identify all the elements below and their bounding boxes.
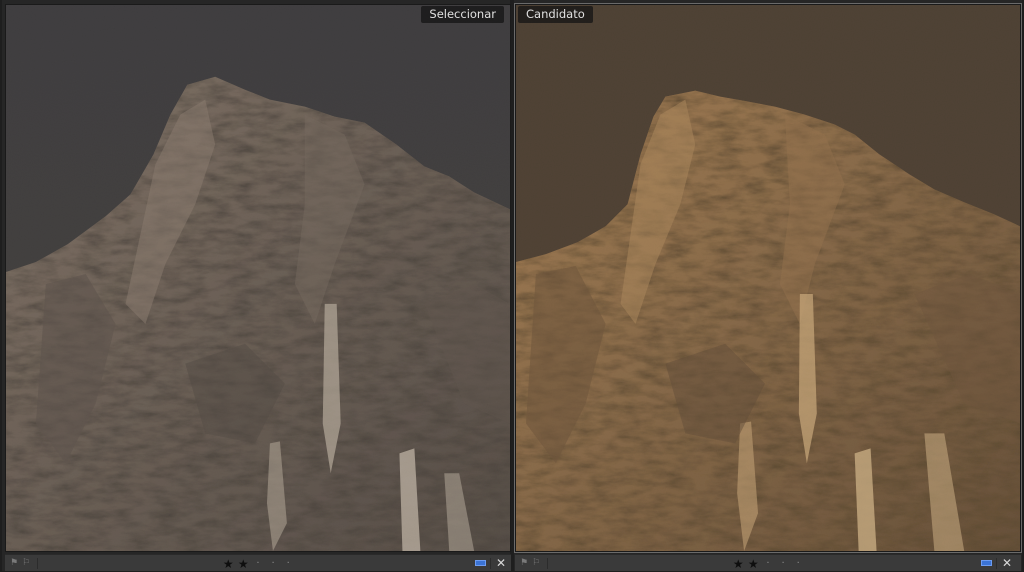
compare-pane-select[interactable]: Seleccionar ⚑ ⚐ ★ ★ · · · ✕ bbox=[2, 0, 511, 571]
star-1-icon[interactable]: ★ bbox=[223, 556, 234, 572]
star-5-empty-icon[interactable]: · bbox=[283, 556, 293, 572]
star-1-icon[interactable]: ★ bbox=[733, 556, 744, 572]
mountain-photo-select bbox=[6, 5, 510, 551]
photo-candidate[interactable] bbox=[514, 3, 1022, 553]
star-2-icon[interactable]: ★ bbox=[748, 556, 759, 572]
flag-reject-icon[interactable]: ⚐ bbox=[21, 558, 31, 568]
toolbar-divider bbox=[547, 558, 548, 569]
flag-pick-icon[interactable]: ⚑ bbox=[9, 558, 19, 568]
rating-stars-select: ★ ★ · · · bbox=[5, 555, 511, 571]
toolbar-candidate: ⚑ ⚐ ★ ★ · · · ✕ bbox=[515, 554, 1021, 571]
close-icon[interactable]: ✕ bbox=[493, 555, 509, 571]
toolbar-divider bbox=[996, 558, 997, 569]
flag-reject-icon[interactable]: ⚐ bbox=[531, 558, 541, 568]
star-2-icon[interactable]: ★ bbox=[238, 556, 249, 572]
star-5-empty-icon[interactable]: · bbox=[793, 556, 803, 572]
mountain-photo-candidate bbox=[516, 5, 1020, 551]
pane-label-select: Seleccionar bbox=[421, 6, 504, 23]
toolbar-select: ⚑ ⚐ ★ ★ · · · ✕ bbox=[5, 554, 511, 571]
star-4-empty-icon[interactable]: · bbox=[268, 556, 278, 572]
rating-stars-candidate: ★ ★ · · · bbox=[515, 555, 1021, 571]
star-3-empty-icon[interactable]: · bbox=[763, 556, 773, 572]
color-label-blue[interactable] bbox=[981, 560, 992, 566]
toolbar-divider bbox=[37, 558, 38, 569]
star-3-empty-icon[interactable]: · bbox=[253, 556, 263, 572]
toolbar-divider bbox=[490, 558, 491, 569]
flag-pick-icon[interactable]: ⚑ bbox=[519, 558, 529, 568]
compare-pane-candidate[interactable]: Candidato ⚑ ⚐ ★ ★ · · · ✕ bbox=[514, 0, 1022, 571]
pane-label-candidate: Candidato bbox=[518, 6, 593, 23]
close-icon[interactable]: ✕ bbox=[999, 555, 1015, 571]
star-4-empty-icon[interactable]: · bbox=[778, 556, 788, 572]
photo-select[interactable] bbox=[5, 4, 511, 552]
color-label-blue[interactable] bbox=[475, 560, 486, 566]
